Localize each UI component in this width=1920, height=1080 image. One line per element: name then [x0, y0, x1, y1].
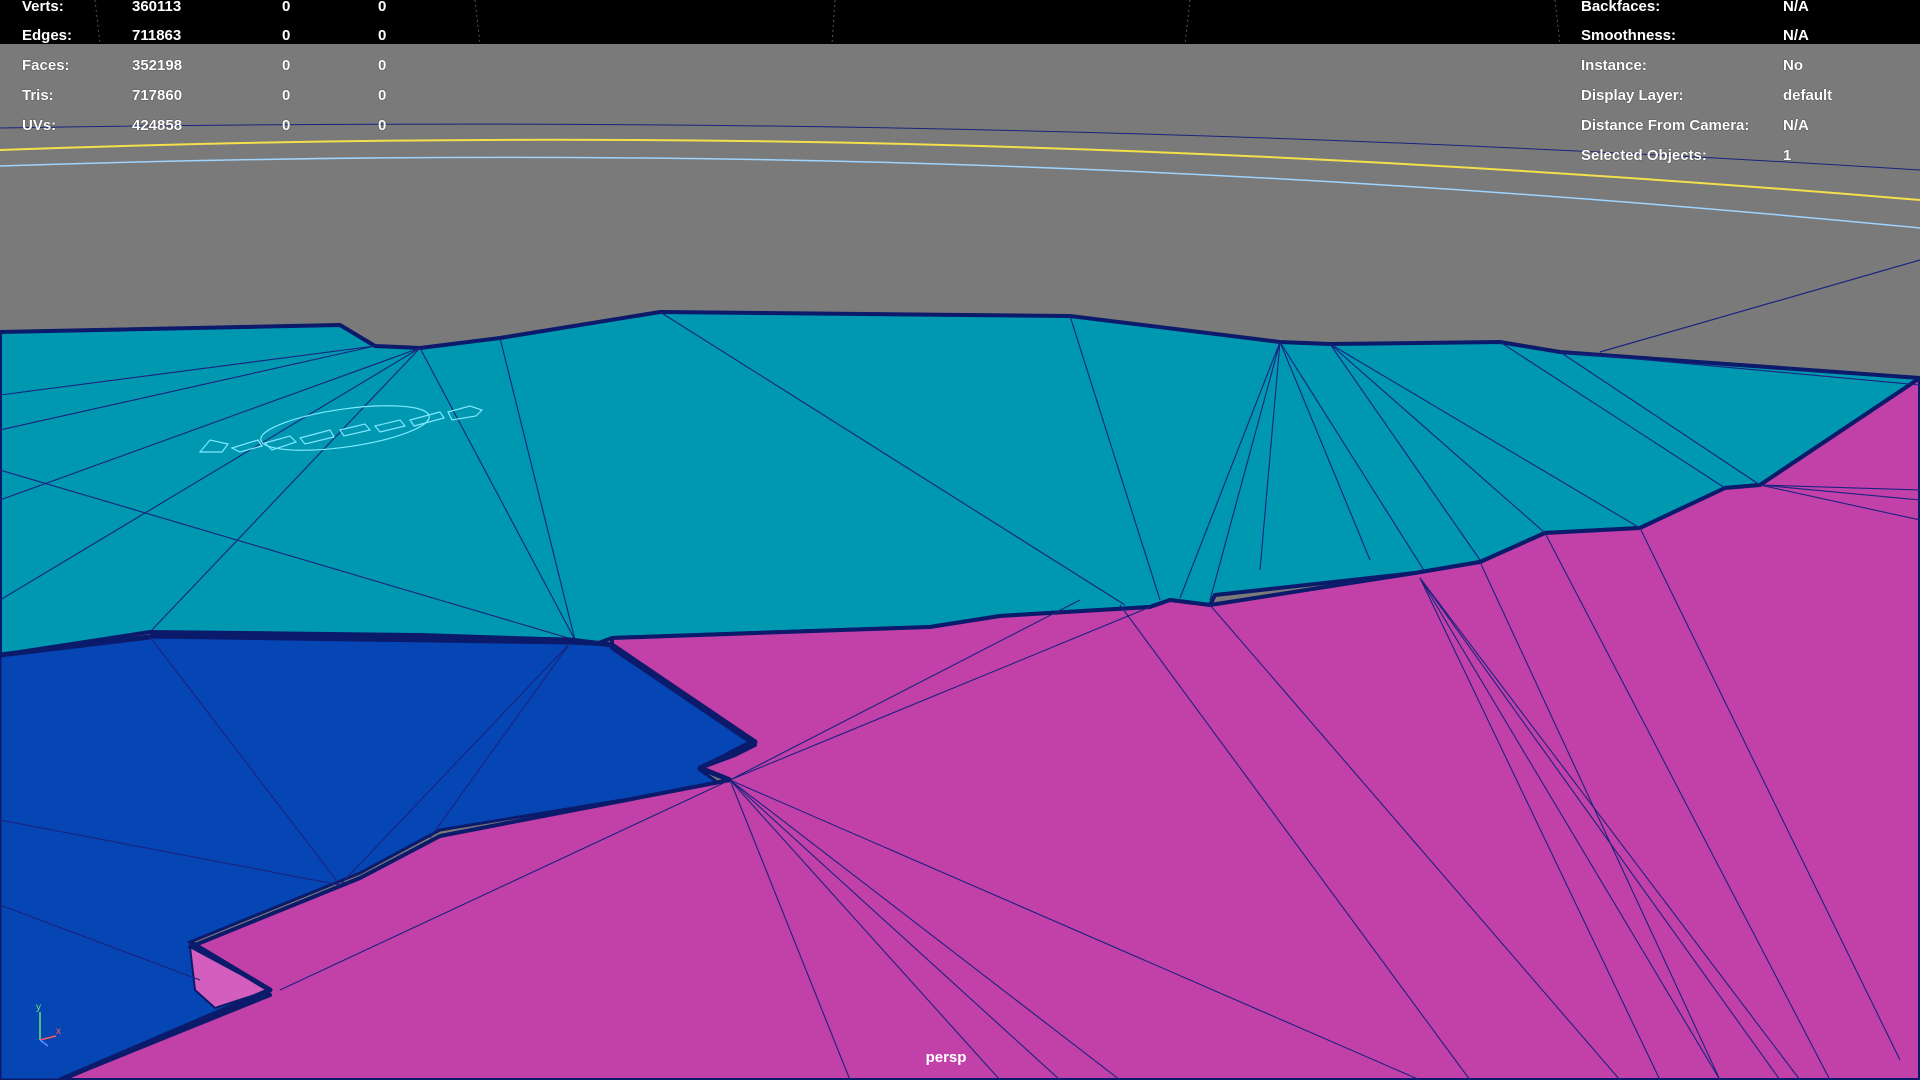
hud-sel-uvs: 0: [282, 117, 291, 134]
hud-uv-edges: 0: [378, 27, 387, 44]
hud-label-display-layer: Display Layer:: [1581, 87, 1684, 104]
grid-hints: [94, 0, 1561, 45]
perspective-viewport[interactable]: Verts: 360113 0 0 Edges: 711863 0 0 Face…: [0, 0, 1920, 1080]
hud-label-faces: Faces:: [22, 57, 70, 74]
hud-label-instance: Instance:: [1581, 57, 1647, 74]
axis-gizmo-icon: y x: [36, 1002, 61, 1047]
hud-value-distance: N/A: [1783, 117, 1809, 134]
hud-value-uvs: 424858: [132, 117, 183, 134]
hud-value-display-layer: default: [1783, 87, 1833, 104]
hud-uv-uvs: 0: [378, 117, 387, 134]
axis-y-label: y: [36, 1002, 41, 1013]
hud-sel-edges: 0: [282, 27, 291, 44]
hud-sel-verts: 0: [282, 0, 291, 15]
camera-name-label: persp: [925, 1049, 967, 1066]
hud-value-backfaces: N/A: [1783, 0, 1809, 15]
hud-label-distance: Distance From Camera:: [1581, 117, 1750, 134]
hud-value-tris: 717860: [132, 87, 183, 104]
hud-label-edges: Edges:: [22, 27, 73, 44]
hud-uv-tris: 0: [378, 87, 387, 104]
hud-value-edges: 711863: [132, 27, 182, 44]
hud-value-verts: 360113: [132, 0, 182, 15]
hud-sel-faces: 0: [282, 57, 291, 74]
axis-x-label: x: [56, 1026, 61, 1037]
hud-uv-verts: 0: [378, 0, 387, 15]
hud-label-verts: Verts:: [22, 0, 64, 15]
hud-label-smoothness: Smoothness:: [1581, 27, 1677, 44]
hud-value-selected-objects: 1: [1783, 147, 1792, 164]
hud-uv-faces: 0: [378, 57, 387, 74]
hud-value-smoothness: N/A: [1783, 27, 1809, 44]
hud-value-instance: No: [1783, 57, 1803, 74]
hud-label-tris: Tris:: [22, 87, 54, 104]
hud-value-faces: 352198: [132, 57, 183, 74]
hud-label-backfaces: Backfaces:: [1581, 0, 1661, 15]
hud-sel-tris: 0: [282, 87, 291, 104]
hud-label-uvs: UVs:: [22, 117, 57, 134]
hud-label-selected-objects: Selected Objects:: [1581, 147, 1707, 164]
